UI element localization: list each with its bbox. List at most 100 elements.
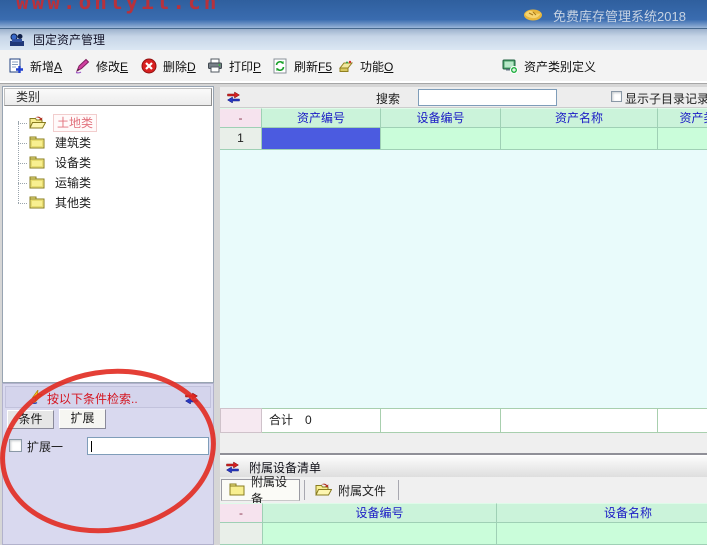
delete-icon — [141, 58, 157, 74]
column-header-index[interactable]: - — [220, 108, 262, 128]
tree-item-land[interactable]: 土地类 — [3, 113, 213, 133]
toolbar: 新增A 修改E 删除D — [0, 50, 707, 84]
print-icon — [207, 58, 223, 74]
swap-arrows-icon[interactable] — [226, 91, 241, 106]
function-button[interactable]: 功能O — [334, 54, 397, 78]
row-index-cell[interactable] — [220, 523, 263, 545]
tree-item-equipment[interactable]: 设备类 — [3, 153, 213, 173]
splitter-band[interactable] — [220, 433, 707, 453]
filter-tab-label: 条件 — [18, 412, 42, 426]
tab-separator — [398, 480, 399, 500]
website-watermark: www.onlyit.cn — [16, 0, 219, 14]
main-search-bar: 搜索 显示子目录记录 — [220, 87, 707, 108]
tree-item-label: 设备类 — [52, 155, 94, 171]
window-titlebar: 固定资产管理 — [0, 28, 707, 50]
top-banner: www.onlyit.cn 免费库存管理系统2018 — [0, 0, 707, 28]
tree-item-building[interactable]: 建筑类 — [3, 133, 213, 153]
column-header-index[interactable]: - — [220, 503, 263, 523]
asset-table-header: - 资产编号 设备编号 资产名称 资产类别 — [220, 108, 707, 128]
add-icon — [8, 58, 24, 74]
folder-icon — [29, 135, 45, 152]
tree-item-label: 土地类 — [53, 114, 97, 132]
handshake-icon — [522, 5, 544, 26]
asset-category-define-button[interactable]: 资产类别定义 — [498, 54, 600, 78]
folder-icon — [229, 482, 245, 499]
filter-panel-header: 按以下条件检索.. — [5, 386, 211, 408]
search-input[interactable] — [418, 89, 557, 106]
table-empty-area[interactable] — [220, 150, 707, 408]
column-header-asset-no[interactable]: 资产编号 — [262, 108, 381, 128]
window-icon — [9, 32, 25, 48]
category-tree: 土地类 建筑类 — [3, 107, 213, 213]
tab-attached-files[interactable]: 附属文件 — [308, 479, 396, 501]
cell-device-no[interactable] — [263, 523, 497, 545]
print-button[interactable]: 打印P — [203, 54, 265, 78]
tab-attached-devices[interactable]: 附属设备 — [221, 479, 300, 501]
attachment-table-header: - 设备编号 设备名称 — [220, 503, 707, 523]
folder-icon — [29, 175, 45, 192]
show-subdir-checkbox[interactable] — [611, 91, 622, 102]
tree-item-label: 其他类 — [52, 195, 94, 211]
refresh-button[interactable]: 刷新F5 — [268, 54, 336, 78]
total-value: 0 — [305, 413, 312, 427]
tree-item-label: 运输类 — [52, 175, 94, 191]
tab-label: 附属文件 — [338, 482, 386, 499]
function-button-label: 功能O — [360, 58, 393, 75]
total-empty-cell — [381, 408, 501, 433]
filter-tab-extend[interactable]: 扩展 — [59, 409, 106, 429]
total-cell: 合计 0 — [262, 408, 381, 433]
attachment-header-bar: 附属设备清单 — [220, 455, 707, 477]
search-label: 搜索 — [376, 90, 400, 107]
category-panel: 类别 土地类 — [2, 86, 214, 383]
column-header-asset-category[interactable]: 资产类别 — [658, 108, 707, 128]
swap-arrows-icon[interactable] — [184, 392, 199, 407]
lightning-icon — [30, 390, 44, 404]
total-row-index-cell — [220, 408, 262, 433]
column-header-device-no[interactable]: 设备编号 — [381, 108, 501, 128]
category-header-label: 类别 — [16, 90, 40, 104]
attachment-table-row — [220, 523, 707, 545]
tab-label: 附属设备 — [251, 473, 292, 507]
delete-button[interactable]: 删除D — [137, 54, 200, 78]
tab-separator — [304, 480, 305, 500]
category-define-icon — [502, 58, 518, 74]
row-index-cell[interactable]: 1 — [220, 128, 262, 150]
total-empty-cell — [658, 408, 707, 433]
filter-panel: 按以下条件检索.. 条件 扩展 扩展一 — [2, 383, 214, 545]
cell-asset-name[interactable] — [501, 128, 658, 150]
selected-cell-asset-no[interactable] — [262, 128, 381, 150]
edit-button-label: 修改E — [96, 58, 128, 75]
attachment-tabs: 附属设备 附属文件 — [220, 477, 707, 503]
folder-open-icon — [315, 482, 332, 499]
extend-one-input[interactable] — [87, 437, 209, 455]
filter-tab-condition[interactable]: 条件 — [7, 410, 54, 429]
folder-icon — [29, 195, 45, 212]
filter-tab-label: 扩展 — [70, 411, 94, 425]
folder-icon — [29, 155, 45, 172]
app-window: www.onlyit.cn 免费库存管理系统2018 固定资产管理 — [0, 0, 707, 545]
column-header-device-name[interactable]: 设备名称 — [497, 503, 707, 523]
tree-item-other[interactable]: 其他类 — [3, 193, 213, 213]
total-label: 合计 — [269, 413, 293, 427]
tree-item-transport[interactable]: 运输类 — [3, 173, 213, 193]
edit-button[interactable]: 修改E — [70, 54, 132, 78]
show-subdir-label: 显示子目录记录 — [625, 90, 707, 107]
cell-asset-category[interactable] — [658, 128, 707, 150]
extend-one-checkbox[interactable] — [9, 439, 22, 452]
swap-arrows-icon[interactable] — [225, 461, 240, 476]
asset-category-define-label: 资产类别定义 — [524, 58, 596, 75]
column-header-device-no[interactable]: 设备编号 — [263, 503, 497, 523]
text-caret — [91, 441, 92, 452]
print-button-label: 打印P — [229, 58, 261, 75]
folder-open-icon — [29, 115, 46, 132]
category-panel-header[interactable]: 类别 — [4, 88, 212, 106]
total-empty-cell — [501, 408, 658, 433]
add-button[interactable]: 新增A — [4, 54, 66, 78]
column-header-asset-name[interactable]: 资产名称 — [501, 108, 658, 128]
system-name-label: 免费库存管理系统2018 — [553, 6, 686, 25]
delete-button-label: 删除D — [163, 58, 196, 75]
cell-device-no[interactable] — [381, 128, 501, 150]
tree-item-label: 建筑类 — [52, 135, 94, 151]
add-button-label: 新增A — [30, 58, 62, 75]
cell-device-name[interactable] — [497, 523, 707, 545]
